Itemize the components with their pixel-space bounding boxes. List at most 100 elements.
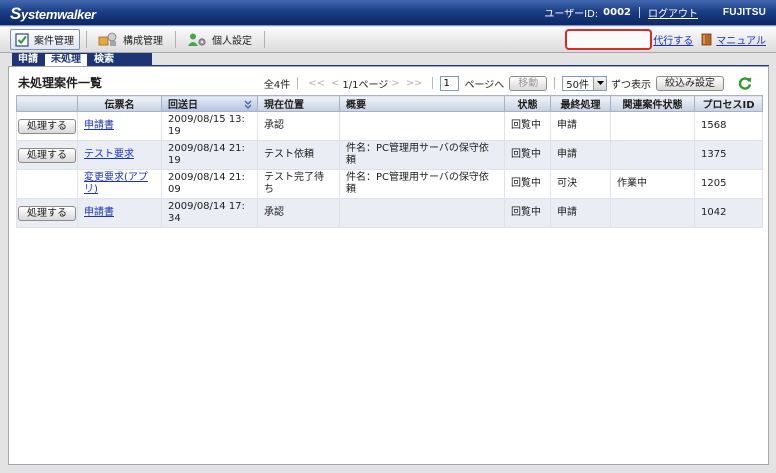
page-indicator: 1/1ページ (342, 79, 389, 91)
process-button[interactable]: 処理する (18, 118, 76, 134)
goto-page-label: ページへ (464, 79, 505, 91)
main-tabs: 案件管理 構成管理 個人設定 (10, 29, 271, 50)
manual-link[interactable]: マニュアル (716, 32, 766, 47)
move-button[interactable]: 移動 (509, 75, 548, 91)
logout-link[interactable]: ログアウト (648, 5, 698, 20)
related-status-cell (610, 198, 695, 228)
status-cell: 回覧中 (504, 111, 551, 141)
current-position-cell: テスト依頼 (257, 140, 340, 170)
current-position-cell: テスト完了待ち (257, 169, 340, 199)
summary-cell: 件名：PC管理用サーバの保守依頼 (339, 140, 505, 170)
related-status-cell (610, 111, 695, 141)
slip-name-link[interactable]: テスト要求 (84, 149, 134, 160)
forward-date-cell: 2009/08/15 13:19 (161, 111, 258, 141)
subtab-apply[interactable]: 申請 (12, 53, 44, 66)
forward-date-cell: 2009/08/14 17:34 (161, 198, 258, 228)
current-position-cell: 承認 (257, 198, 340, 228)
page-number-input[interactable] (440, 75, 460, 91)
tab-personal-settings[interactable]: 個人設定 (182, 29, 258, 50)
current-position-cell: 承認 (257, 111, 340, 141)
status-cell: 回覧中 (504, 140, 551, 170)
summary-cell (339, 198, 505, 228)
col-header-current-position[interactable]: 現在位置 (257, 95, 340, 112)
user-id-label: ユーザーID: (544, 9, 599, 20)
table-header-row: 伝票名 回送日 現在位置 概要 状態 最終処理 関連案件状態 プロセスID (16, 95, 763, 112)
toolbar-separator (175, 31, 176, 48)
action-cell (16, 169, 78, 199)
col-header-last-action[interactable]: 最終処理 (550, 95, 611, 112)
related-status-cell (610, 140, 695, 170)
slip-name-cell: 申請書 (77, 111, 162, 141)
next-page-link[interactable]: > (391, 78, 399, 89)
prev-page-link[interactable]: < (331, 78, 339, 89)
refresh-icon[interactable] (738, 76, 752, 90)
col-header-summary[interactable]: 概要 (339, 95, 505, 112)
proxy-link[interactable]: 代行する (653, 32, 693, 47)
pager-separator (554, 77, 556, 89)
col-header-process-id[interactable]: プロセスID (694, 95, 763, 112)
forward-date-cell: 2009/08/14 21:09 (161, 169, 258, 199)
action-cell: 処理する (16, 140, 78, 170)
last-action-cell: 申請 (550, 198, 611, 228)
pager-separator (297, 77, 299, 89)
table-row: 変更要求(アプリ) 2009/08/14 21:09 テスト完了待ち 件名：PC管理用… (16, 169, 763, 199)
first-page-link[interactable]: << (308, 78, 325, 89)
slip-name-cell: テスト要求 (77, 140, 162, 170)
last-action-cell: 申請 (550, 140, 611, 170)
tab-configuration-management[interactable]: 構成管理 (93, 29, 169, 50)
header-separator (639, 7, 640, 18)
last-action-cell: 可決 (550, 169, 611, 199)
red-highlight-box (565, 29, 653, 50)
per-page-select[interactable]: 50件 (562, 75, 607, 91)
process-id-cell: 1375 (694, 140, 763, 170)
summary-cell: 件名：PC管理用サーバの保守依頼 (339, 169, 505, 199)
per-page-suffix: ずつ表示 (611, 79, 651, 91)
last-action-cell: 申請 (550, 111, 611, 141)
case-table: 伝票名 回送日 現在位置 概要 状態 最終処理 関連案件状態 プロセスID 処理… (16, 95, 763, 228)
action-cell: 処理する (16, 111, 78, 141)
col-header-forward-date[interactable]: 回送日 (161, 95, 258, 112)
col-header-related-status[interactable]: 関連案件状態 (610, 95, 695, 112)
user-info: ユーザーID: 0002 ログアウト (544, 0, 698, 25)
case-table-body: 処理する 申請書 2009/08/15 13:19 承認 回覧中 申請 1568 処理する テス… (16, 111, 763, 228)
process-button[interactable]: 処理する (18, 147, 76, 163)
fujitsu-logo: FUJITSU (722, 7, 766, 18)
table-row: 処理する 申請書 2009/08/15 13:19 承認 回覧中 申請 1568 (16, 111, 763, 141)
personal-settings-icon (187, 32, 207, 47)
slip-name-link[interactable]: 変更要求(アプリ) (84, 172, 148, 195)
slip-name-cell: 申請書 (77, 198, 162, 228)
toolbar-separator (86, 31, 87, 48)
sub-tab-bar: 申請 未処理 検索 (12, 53, 152, 66)
sub-tabs: 申請 未処理 検索 (0, 53, 776, 66)
table-row: 処理する 申請書 2009/08/14 17:34 承認 回覧中 申請 1042 (16, 198, 763, 228)
table-row: 処理する テスト要求 2009/08/14 21:19 テスト依頼 件名：PC管理用サー… (16, 140, 763, 170)
sort-descending-icon (244, 100, 252, 109)
slip-name-link[interactable]: 申請書 (84, 207, 114, 218)
systemwalker-logo: Systemwalker (10, 4, 96, 23)
manual-book-icon[interactable] (701, 33, 712, 46)
col-header-action (16, 95, 78, 112)
process-id-cell: 1042 (694, 198, 763, 228)
configuration-icon (98, 32, 118, 47)
user-id-value: 0002 (603, 7, 631, 18)
subtab-unprocessed[interactable]: 未処理 (44, 53, 88, 66)
slip-name-cell: 変更要求(アプリ) (77, 169, 162, 199)
total-count: 全4件 (263, 79, 291, 91)
status-cell: 回覧中 (504, 198, 551, 228)
last-page-link[interactable]: >> (406, 78, 423, 89)
subtab-search[interactable]: 検索 (88, 53, 120, 66)
main-content: 未処理案件一覧 全4件 << < 1/1ページ > >> ページへ 移動 50件… (8, 66, 769, 465)
process-id-cell: 1568 (694, 111, 763, 141)
col-header-status[interactable]: 状態 (504, 95, 551, 112)
slip-name-link[interactable]: 申請書 (84, 120, 114, 131)
col-header-slip-name[interactable]: 伝票名 (77, 95, 162, 112)
pagination: 全4件 << < 1/1ページ > >> ページへ 移動 50件 ずつ表示 絞込… (264, 75, 752, 91)
tab-label: 個人設定 (212, 36, 252, 47)
chevron-down-icon[interactable] (593, 76, 606, 90)
page-title: 未処理案件一覧 (18, 76, 103, 90)
process-button[interactable]: 処理する (18, 205, 76, 221)
filter-settings-button[interactable]: 絞込み設定 (656, 75, 724, 91)
tab-case-management[interactable]: 案件管理 (10, 29, 80, 50)
app-header: Systemwalker ユーザーID: 0002 ログアウト FUJITSU (0, 0, 776, 26)
related-status-cell: 作業中 (610, 169, 695, 199)
